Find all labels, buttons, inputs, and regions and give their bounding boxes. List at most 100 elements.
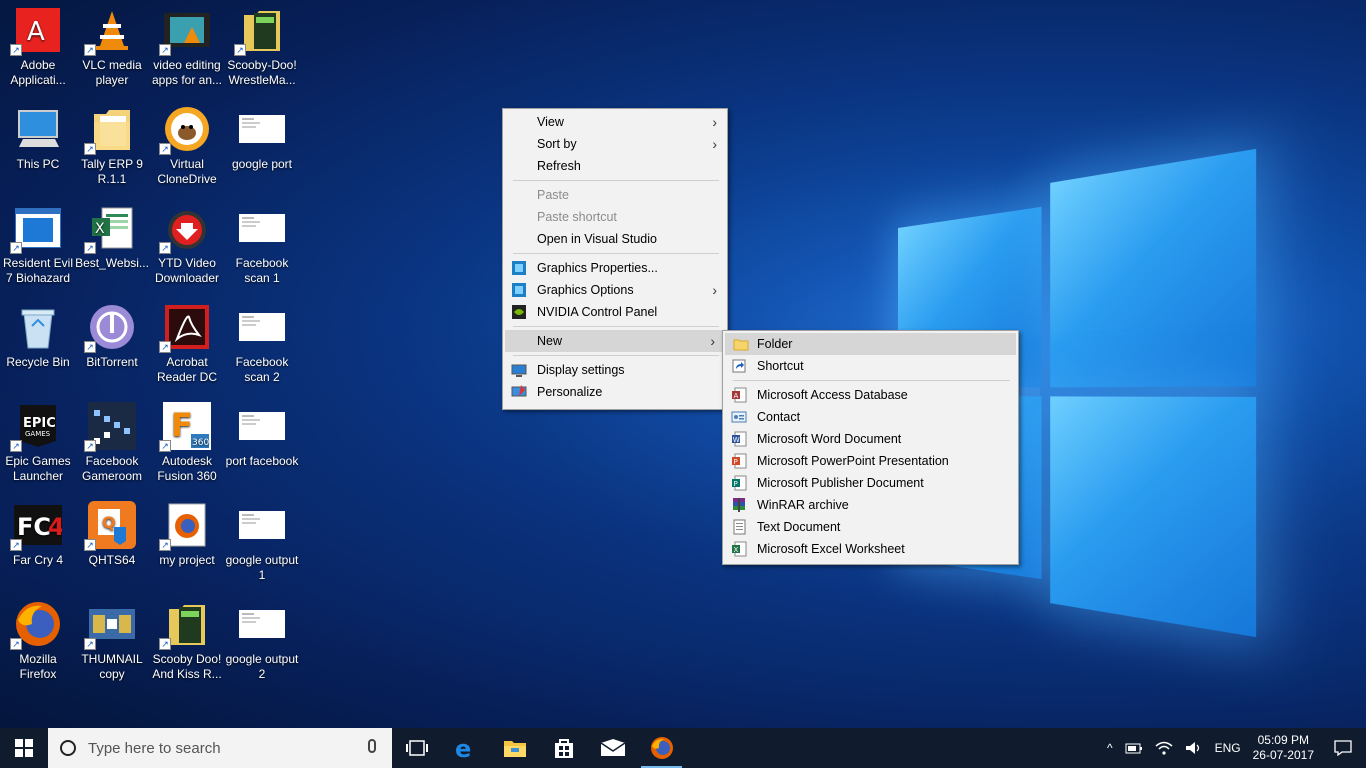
desktop-icon[interactable]: A ↗ Adobe Applicati... [0,0,76,96]
submenu-item-winrar-archive[interactable]: WinRAR archive [723,494,1018,516]
word-file-icon: W [731,431,747,447]
edge-icon: e [454,736,478,760]
desktop-icon-label: Tally ERP 9 R.1.1 [74,157,150,187]
powerpoint-file-icon: P [731,453,747,469]
menu-item-display-settings[interactable]: Display settings [503,359,727,381]
taskbar-file-explorer-button[interactable] [490,728,539,768]
show-hidden-icons-button[interactable]: ^ [1101,728,1119,768]
shortcut-arrow-icon: ↗ [84,341,96,353]
action-center-button[interactable] [1320,728,1366,768]
menu-item-graphics-options[interactable]: Graphics Options › [503,279,727,301]
menu-item-label: Shortcut [757,359,804,373]
shortcut-arrow-icon: ↗ [84,440,96,452]
desktop-icon[interactable]: ↗ Scooby-Doo! WrestleMa... [224,0,300,96]
volume-tray-button[interactable] [1179,728,1209,768]
desktop-icon[interactable]: ↗ Facebook Gameroom [74,396,150,492]
document-thumbnail-icon [238,105,286,153]
desktop-icon[interactable]: FC 4 ↗ Far Cry 4 [0,495,76,591]
menu-item-nvidia-control-panel[interactable]: NVIDIA Control Panel [503,301,727,323]
desktop-icon-label: Epic Games Launcher [0,454,76,484]
menu-item-paste-shortcut[interactable]: Paste shortcut [503,206,727,228]
submenu-item-text-document[interactable]: Text Document [723,516,1018,538]
desktop-icon[interactable]: ↗ Mozilla Firefox [0,594,76,690]
menu-item-label: Graphics Options [537,283,634,297]
menu-item-graphics-properties[interactable]: Graphics Properties... [503,257,727,279]
display-icon [511,362,527,378]
desktop-icon[interactable]: ↗ Virtual CloneDrive [149,99,225,195]
shortcut-icon [731,358,747,374]
taskbar-store-button[interactable] [539,728,588,768]
desktop-icon-label: video editing apps for an... [149,58,225,88]
network-tray-button[interactable] [1149,728,1179,768]
document-thumbnail-icon [238,303,286,351]
computer-icon [14,105,62,153]
submenu-item-excel-worksheet[interactable]: X Microsoft Excel Worksheet [723,538,1018,560]
document-thumbnail-icon [238,204,286,252]
desktop-icon[interactable]: ↗ BitTorrent [74,297,150,393]
desktop-icon[interactable]: google port [224,99,300,195]
desktop-icon[interactable]: ↗ Tally ERP 9 R.1.1 [74,99,150,195]
desktop-icon[interactable]: Recycle Bin [0,297,76,393]
submenu-item-access-database[interactable]: A Microsoft Access Database [723,384,1018,406]
desktop-icon[interactable]: google output 2 [224,594,300,690]
menu-item-label: Microsoft PowerPoint Presentation [757,454,949,468]
menu-item-new[interactable]: New › [505,330,725,352]
language-indicator[interactable]: ENG [1209,728,1247,768]
svg-text:P: P [734,458,738,466]
desktop-icon[interactable]: ↗ Acrobat Reader DC [149,297,225,393]
desktop-icon-label: THUMNAIL copy [74,652,150,682]
shortcut-arrow-icon: ↗ [10,638,22,650]
clock[interactable]: 05:09 PM 26-07-2017 [1247,728,1320,768]
menu-item-label: WinRAR archive [757,498,849,512]
desktop-icon[interactable]: This PC [0,99,76,195]
menu-item-open-visual-studio[interactable]: Open in Visual Studio [503,228,727,250]
submenu-item-folder[interactable]: Folder [725,333,1016,355]
taskbar-mail-button[interactable] [588,728,637,768]
menu-item-personalize[interactable]: Personalize [503,381,727,403]
menu-item-paste[interactable]: Paste [503,184,727,206]
power-tray-button[interactable] [1119,728,1149,768]
intel-graphics-icon [511,282,527,298]
desktop-icon[interactable]: ↗ my project [149,495,225,591]
desktop-icon[interactable]: F 360 ↗ Autodesk Fusion 360 [149,396,225,492]
desktop-icon[interactable]: ↗ Scooby Doo! And Kiss R... [149,594,225,690]
vlc-cone-icon: ↗ [88,6,136,54]
shortcut-arrow-icon: ↗ [84,143,96,155]
desktop-icon[interactable]: ↗ VLC media player [74,0,150,96]
taskbar-search-box[interactable]: Type here to search [48,728,392,768]
menu-item-refresh[interactable]: Refresh [503,155,727,177]
task-view-button[interactable] [392,728,441,768]
taskbar-edge-button[interactable]: e [441,728,490,768]
desktop-icon[interactable]: ↗ YTD Video Downloader [149,198,225,294]
desktop-icon[interactable]: ↗ video editing apps for an... [149,0,225,96]
submenu-item-publisher-document[interactable]: P Microsoft Publisher Document [723,472,1018,494]
desktop-icon[interactable]: ↗ Resident Evil 7 Biohazard [0,198,76,294]
menu-item-view[interactable]: View › [503,111,727,133]
desktop-icon[interactable]: X ↗ Best_Websi... [74,198,150,294]
svg-text:EPIC: EPIC [23,416,56,431]
menu-item-label: Paste shortcut [537,210,617,224]
menu-separator [513,180,719,181]
submenu-item-contact[interactable]: Contact [723,406,1018,428]
desktop-icon[interactable]: google output 1 [224,495,300,591]
svg-text:360: 360 [192,438,209,448]
desktop-icon[interactable]: Facebook scan 1 [224,198,300,294]
submenu-item-powerpoint-presentation[interactable]: P Microsoft PowerPoint Presentation [723,450,1018,472]
submenu-item-word-document[interactable]: W Microsoft Word Document [723,428,1018,450]
desktop-icon[interactable]: Facebook scan 2 [224,297,300,393]
desktop-icon-label: QHTS64 [74,553,150,568]
submenu-item-shortcut[interactable]: Shortcut [723,355,1018,377]
desktop-icon[interactable]: ↗ THUMNAIL copy [74,594,150,690]
desktop-icon[interactable]: EPIC GAMES ↗ Epic Games Launcher [0,396,76,492]
game-folder-icon: ↗ [238,6,286,54]
desktop-icon[interactable]: Q ↗ QHTS64 [74,495,150,591]
menu-item-sort-by[interactable]: Sort by › [503,133,727,155]
taskbar-firefox-button[interactable] [637,728,686,768]
microphone-icon[interactable] [368,739,376,753]
start-button[interactable] [0,728,48,768]
document-thumbnail-icon [238,501,286,549]
desktop-icon[interactable]: port facebook [224,396,300,492]
menu-item-label: Microsoft Access Database [757,388,908,402]
chevron-right-icon: › [712,133,717,155]
sheep-icon: ↗ [163,105,211,153]
